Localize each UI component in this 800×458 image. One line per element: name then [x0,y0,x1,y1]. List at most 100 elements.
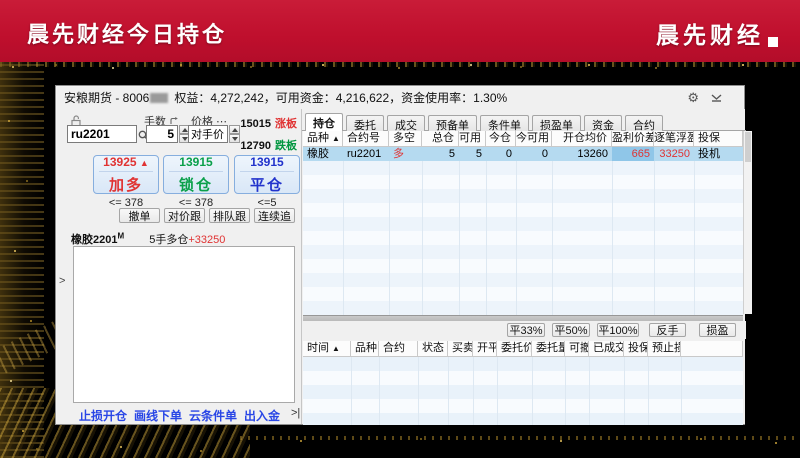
close-position-button[interactable]: 13915 平仓 [234,155,300,194]
panel-collapse-handle[interactable]: > [59,275,65,287]
price-down-button[interactable] [229,134,240,143]
cell-today: 0 [505,148,512,160]
account-redacted-blur [150,92,169,103]
stop-loss-open-link[interactable]: 止损开仓 [79,407,127,424]
price-type-value[interactable]: 对手价 [188,125,228,143]
glitter-decoration [0,62,800,67]
col-header-hedge-flag[interactable]: 投保 [624,341,648,356]
col-header-buy-sell[interactable]: 买卖 [448,341,473,356]
quantity-value[interactable]: 5 [146,125,178,143]
col-header-order-price[interactable]: 委托价 [497,341,532,356]
limit-up-price: 15015 涨板 [240,118,297,130]
tab-positions[interactable]: 持仓 [305,113,343,131]
cloud-condition-order-link[interactable]: 云条件单 [189,407,237,424]
col-header-open-close[interactable]: 开平 [473,341,497,356]
col-header-status[interactable]: 状态 [418,341,448,356]
orders-table: 时间▲ 品种 合约 状态 买卖 开平 委托价 委托量 可撤 已成交 投保 预止损 [303,341,743,425]
cancel-order-button[interactable]: 撤单 [119,208,160,223]
tab-contracts[interactable]: 合约 [625,115,663,132]
tab-bar: 持仓 委托 成交 预备单 条件单 损盈单 资金 合约 [305,113,666,132]
deposit-withdraw-link[interactable]: 出入金 [244,407,280,424]
tab-stop-profit-orders[interactable]: 损盈单 [532,115,581,132]
col-header-pre-stop-loss[interactable]: 预止损 [648,341,681,356]
price-up-button[interactable] [229,125,240,134]
cell-available: 5 [475,148,482,160]
glitter-decoration [0,62,44,458]
col-header-filled[interactable]: 已成交 [589,341,624,356]
symbol-input[interactable] [67,125,137,143]
holdings-empty-rows [303,161,743,315]
col-header-available[interactable]: 可用 [459,131,486,146]
panel-footer-links: 止损开仓 画线下单 云条件单 出入金 >| [57,407,301,424]
continuous-chase-button[interactable]: 连续追 [254,208,295,223]
col-header-total[interactable]: 总仓 [422,131,459,146]
cell-avg-open-price: 13260 [577,148,608,160]
window-titlebar[interactable]: 安粮期货 - 8006 权益：4,272,242，可用资金：4,216,622，… [56,86,744,109]
col-header-instrument[interactable]: 品种 [351,341,379,356]
queue-follow-button[interactable]: 排队跟 [209,208,250,223]
col-header-today-available[interactable]: 今可用 [516,131,552,146]
sort-asc-icon: ▲ [332,134,340,143]
close-50-button[interactable]: 平50% [552,323,590,337]
cell-contract: ru2201 [347,148,382,160]
holdings-data-row[interactable]: 橡胶 ru2201 多 5 5 0 0 13260 665 33250 投机 [303,147,743,161]
tab-prepared-orders[interactable]: 预备单 [428,115,477,132]
account-stats: 权益：4,272,242，可用资金：4,216,622，资金使用率：1.30% [174,91,508,105]
orders-header-row: 时间▲ 品种 合约 状态 买卖 开平 委托价 委托量 可撤 已成交 投保 预止损 [303,341,743,357]
reverse-button[interactable]: 反手 [649,323,686,337]
col-header-order-qty[interactable]: 委托量 [532,341,565,356]
col-header-floating-pnl[interactable]: 逐笔浮盈 [654,131,694,146]
tab-funds[interactable]: 资金 [584,115,622,132]
pnl-value: +33250 [188,234,226,246]
tab-orders[interactable]: 委托 [346,115,384,132]
orders-empty-rows [303,357,743,425]
price-type-stepper[interactable]: 对手价 [188,125,240,143]
add-long-button[interactable]: 13925 ▲ 加多 [93,155,159,194]
col-header-avg-open-price[interactable]: 开仓均价 [552,131,612,146]
follow-counter-price-button[interactable]: 对价跟 [164,208,205,223]
lock-position-button[interactable]: 13915 锁仓 [163,155,229,194]
triangle-down-icon [231,136,238,141]
banner-title: 晨先财经今日持仓 [27,22,228,47]
draw-line-order-link[interactable]: 画线下单 [134,407,182,424]
col-header-direction[interactable]: 多空 [389,131,422,146]
cell-floating-pnl: 33250 [659,148,690,160]
col-header-hedge-flag[interactable]: 投保 [694,131,743,146]
close-33-button[interactable]: 平33% [507,323,545,337]
vertical-scrollbar[interactable] [743,131,752,314]
positions-panel: 持仓 委托 成交 预备单 条件单 损盈单 资金 合约 品种 ▲ 合约号 多空 总仓… [301,109,752,425]
triangle-down-icon [181,136,188,141]
cell-instrument: 橡胶 [307,148,329,160]
cell-hedge-flag: 投机 [698,148,720,160]
rollup-icon[interactable] [711,93,722,102]
brand-period-square [768,37,778,47]
col-header-contract[interactable]: 合约号 [343,131,389,146]
up-triangle-icon: ▲ [139,157,149,168]
quantity-stepper[interactable]: 5 [146,125,190,143]
col-header-profit-spread[interactable]: 盈利价差 [612,131,654,146]
col-header-contract[interactable]: 合约 [379,341,418,356]
position-action-bar: 平33% 平50% 平100% 反手 损盈 [302,321,746,339]
message-box[interactable] [73,246,295,403]
broker-account-label: 安粮期货 - 8006 [64,91,150,105]
brand-text: 晨先财经 [656,22,764,48]
stop-profit-button[interactable]: 损盈 [699,323,736,337]
col-header-filler [681,341,743,356]
cell-today-available: 0 [541,148,548,160]
gear-icon[interactable]: ⚙ [687,91,699,104]
top-banner: 晨先财经今日持仓 晨先财经 [0,0,800,62]
cell-profit-spread: 665 [612,147,654,161]
close-100-button[interactable]: 平100% [597,323,639,337]
col-header-today[interactable]: 今仓 [486,131,516,146]
limit-down-price: 12790 跌板 [240,140,297,152]
tab-condition-orders[interactable]: 条件单 [480,115,529,132]
panel-expand-handle[interactable]: >| [291,407,300,419]
cell-direction: 多 [393,148,404,160]
col-header-instrument[interactable]: 品种 ▲ [303,131,343,146]
holdings-table: 品种 ▲ 合约号 多空 总仓 可用 今仓 今可用 开仓均价 盈利价差 逐笔浮盈 投… [303,131,752,323]
col-header-cancelable[interactable]: 可撤 [565,341,589,356]
scrollbar-thumb[interactable] [745,132,751,162]
order-entry-panel: 手数 价格 ⋯ 5 对手价 15015涨板 12790跌板 [57,109,301,424]
tab-trades[interactable]: 成交 [387,115,425,132]
col-header-time[interactable]: 时间 ▲ [303,341,351,356]
